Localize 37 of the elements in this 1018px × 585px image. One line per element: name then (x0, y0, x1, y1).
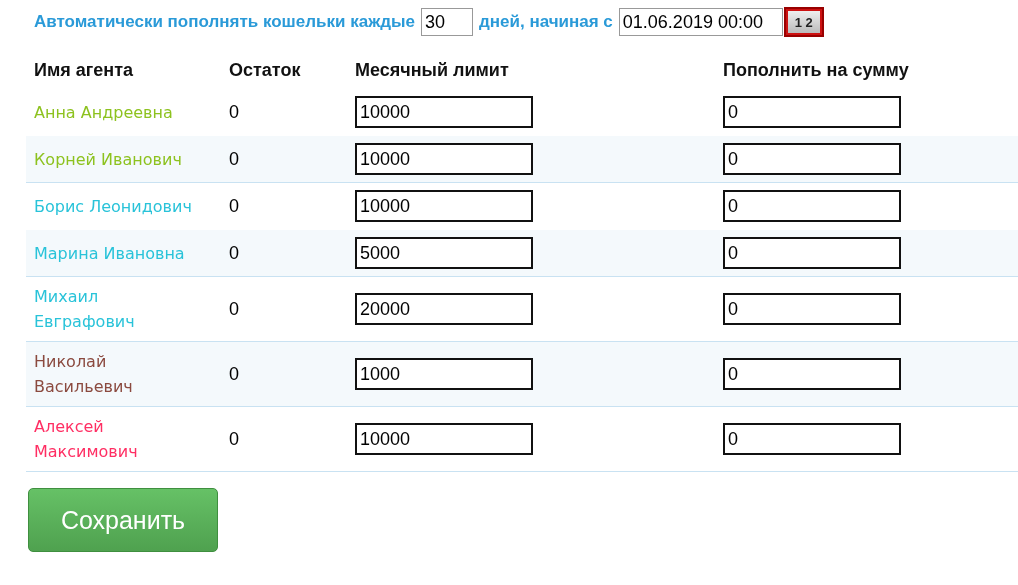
topup-amount-field[interactable]: 0 (723, 96, 901, 128)
topup-amount-field[interactable]: 0 (723, 358, 901, 390)
agent-name: Корней Иванович (34, 148, 182, 171)
agent-name: Николай Васильевич (34, 351, 134, 398)
column-header: Месячный лимит (354, 59, 510, 82)
monthly-limit-field[interactable]: 5000 (355, 237, 533, 269)
agent-name: Анна Андреевна (34, 101, 173, 124)
topup-amount-field[interactable]: 0 (723, 237, 901, 269)
column-header: Имя агента (33, 59, 134, 82)
column-header: Пополнить на сумму (722, 59, 910, 82)
topup-amount-field[interactable]: 0 (723, 293, 901, 325)
topup-amount-field[interactable]: 0 (723, 190, 901, 222)
agent-name: Марина Ивановна (34, 242, 185, 265)
balance-value: 0 (229, 101, 239, 122)
topup-amount-field[interactable]: 0 (723, 423, 901, 455)
column-header: Остаток (228, 59, 302, 82)
topup-amount-field[interactable]: 0 (723, 143, 901, 175)
autofill-label: Автоматически пополнять кошельки каждые (34, 12, 415, 32)
balance-value: 0 (229, 242, 239, 263)
calendar-button[interactable]: 1 2 (783, 7, 824, 37)
days-field[interactable]: 30 (420, 8, 473, 36)
monthly-limit-field[interactable]: 10000 (355, 143, 533, 175)
monthly-limit-field[interactable]: 10000 (355, 190, 533, 222)
agent-name: Борис Леонидович (34, 195, 192, 218)
balance-value: 0 (229, 148, 239, 169)
agent-name: Михаил Евграфович (34, 286, 136, 333)
balance-value: 0 (229, 195, 239, 216)
monthly-limit-field[interactable]: 10000 (355, 96, 533, 128)
balance-value: 0 (229, 428, 239, 449)
balance-value: 0 (229, 363, 239, 384)
agent-name: Алексей Максимович (34, 416, 139, 463)
monthly-limit-field[interactable]: 10000 (355, 423, 533, 455)
start-date-label: дней, начиная с (478, 12, 613, 32)
start-date-field[interactable]: 01.06.2019 00:00 (618, 8, 783, 36)
balance-value: 0 (229, 298, 239, 319)
monthly-limit-field[interactable]: 1000 (355, 358, 533, 390)
monthly-limit-field[interactable]: 20000 (355, 293, 533, 325)
